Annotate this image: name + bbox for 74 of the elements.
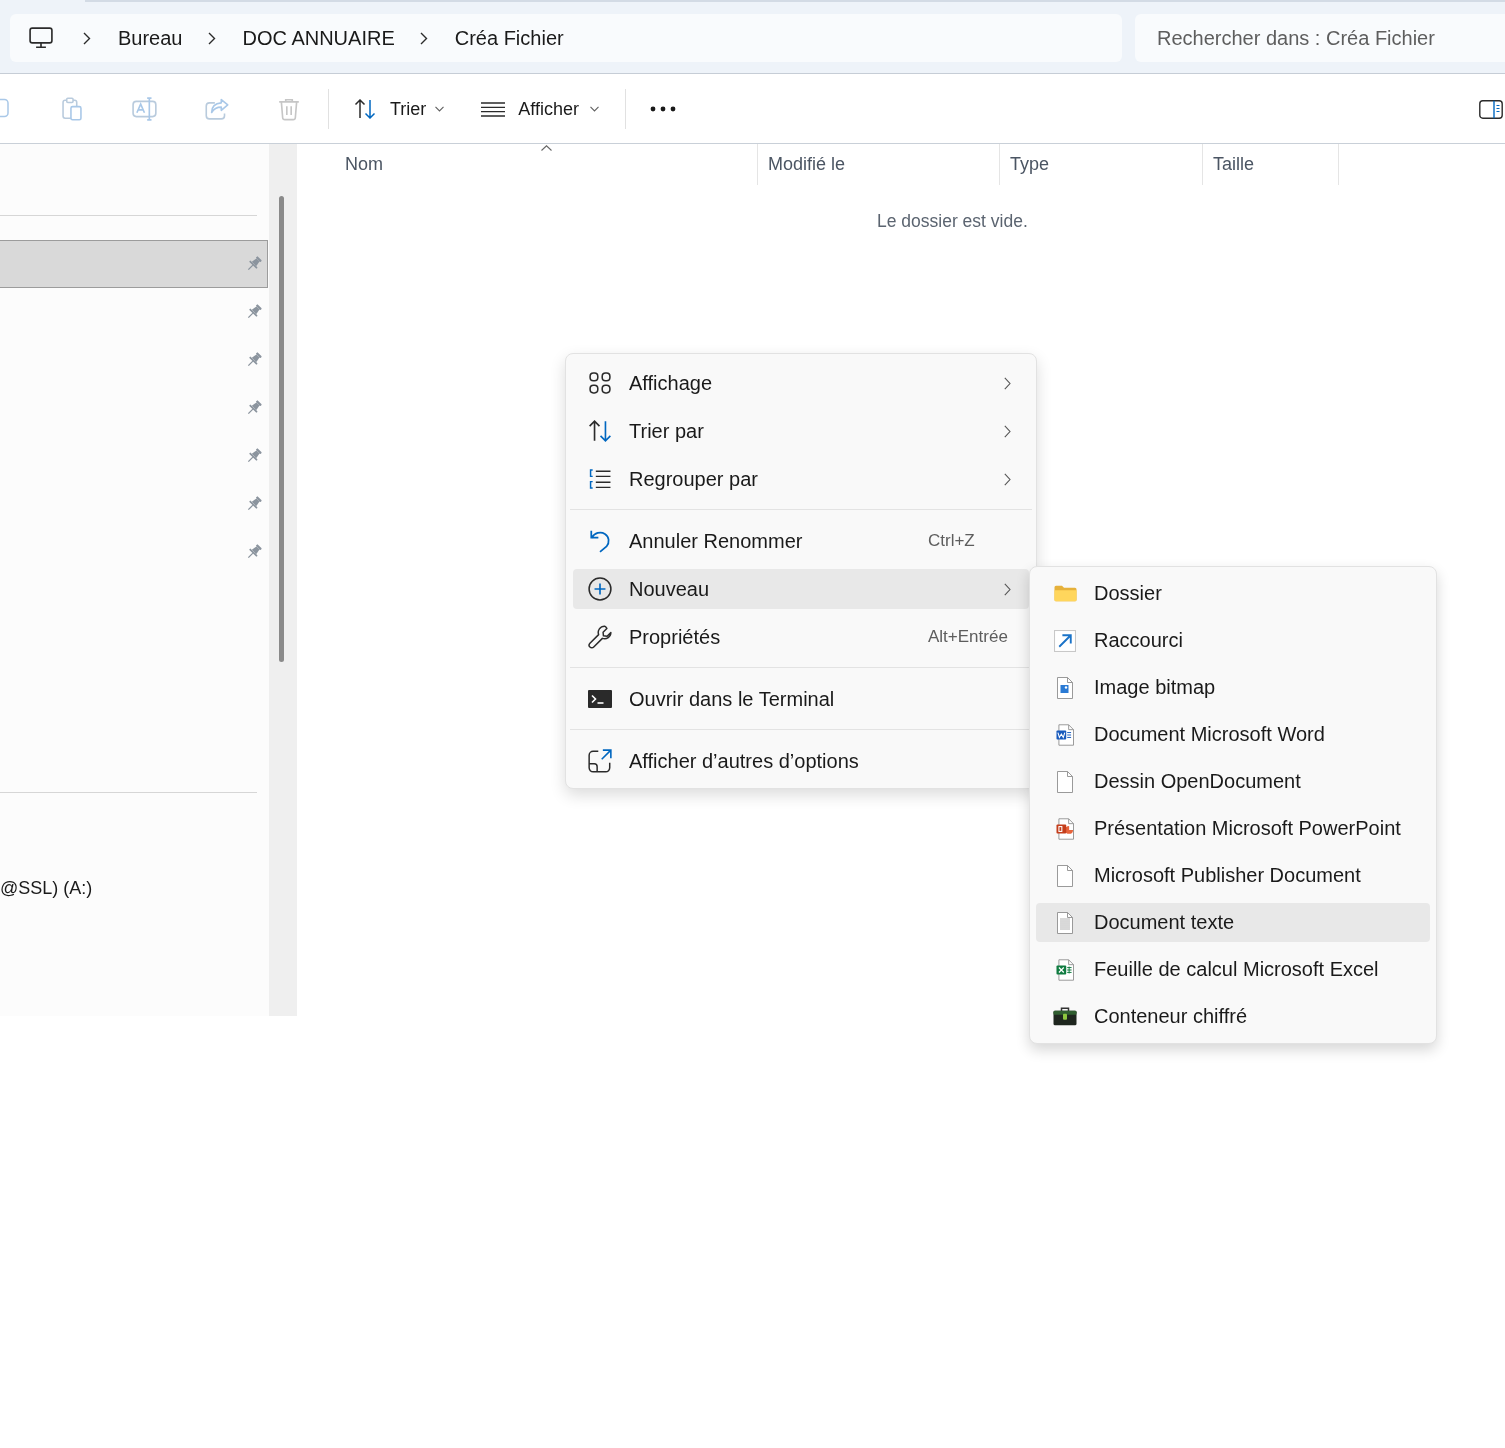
menu-item[interactable]: Regrouper par	[573, 459, 1029, 499]
breadcrumb-item[interactable]: Bureau	[118, 26, 183, 50]
wrench-icon	[588, 625, 612, 649]
menu-item[interactable]: Microsoft Publisher Document	[1036, 856, 1430, 895]
pin-icon	[246, 256, 262, 272]
briefcase-icon	[1053, 1007, 1077, 1026]
column-header[interactable]: Type	[1000, 144, 1203, 185]
address-bar[interactable]: Bureau DOC ANNUAIRE Créa Fichier	[10, 14, 1122, 62]
lines-icon	[481, 101, 506, 117]
menu-item[interactable]: Affichage	[573, 363, 1029, 403]
more-icon	[650, 106, 677, 112]
keyboard-shortcut: Alt+Entrée	[928, 627, 1008, 647]
presentation-file-icon	[1056, 817, 1074, 840]
pin-icon	[246, 448, 262, 464]
column-header[interactable]: Nom	[335, 144, 758, 185]
rename-icon	[132, 97, 158, 121]
chevron-right-icon	[207, 31, 216, 45]
pin-icon	[246, 400, 262, 416]
pin-icon	[246, 496, 262, 512]
external-link-icon	[588, 749, 612, 773]
pin-icon	[246, 304, 262, 320]
word-file-icon	[1056, 723, 1074, 746]
menu-item[interactable]: Présentation Microsoft PowerPoint	[1036, 809, 1430, 848]
nav-item[interactable]: @SSL) (A:)	[0, 876, 93, 900]
search-field[interactable]: Rechercher dans : Créa Fichier	[1135, 14, 1505, 62]
menu-item[interactable]: Afficher d’autres d’options	[573, 741, 1029, 781]
view-button[interactable]: Afficher	[473, 89, 608, 129]
computer-icon	[29, 27, 53, 49]
menu-item[interactable]: Image bitmap	[1036, 668, 1430, 707]
chevron-down-icon	[435, 106, 445, 112]
column-header[interactable]: Taille	[1203, 144, 1339, 185]
menu-item[interactable]: Nouveau	[573, 569, 1029, 609]
menu-item[interactable]: Ouvrir dans le Terminal	[573, 679, 1029, 719]
terminal-icon	[588, 690, 612, 708]
share-icon	[205, 98, 229, 120]
copy-icon	[0, 98, 11, 120]
keyboard-shortcut: Ctrl+Z	[928, 531, 975, 551]
menu-item[interactable]: Document texte	[1036, 903, 1430, 942]
empty-folder-message: Le dossier est vide.	[877, 210, 1028, 233]
blank-file-icon	[1057, 770, 1073, 793]
spreadsheet-file-icon	[1056, 958, 1074, 981]
sort-icon	[353, 99, 377, 119]
text-file-icon	[1057, 911, 1073, 934]
image-file-icon	[1057, 676, 1073, 699]
sort-icon	[588, 420, 612, 442]
menu-item[interactable]: Document Microsoft Word	[1036, 715, 1430, 754]
undo-icon	[589, 529, 611, 553]
group-list-icon	[589, 468, 611, 490]
column-header[interactable]: Modifié le	[758, 144, 1000, 185]
menu-item[interactable]: Trier par	[573, 411, 1029, 451]
details-pane-icon	[1479, 99, 1503, 119]
menu-item[interactable]: Annuler Renommer Ctrl+Z	[573, 521, 1029, 561]
menu-item[interactable]: Propriétés Alt+Entrée	[573, 617, 1029, 657]
menu-item[interactable]: Dessin OpenDocument	[1036, 762, 1430, 801]
grid-icon	[589, 372, 611, 394]
plus-circle-icon	[588, 577, 612, 601]
menu-item[interactable]: Conteneur chiffré	[1036, 997, 1430, 1036]
breadcrumb-item[interactable]: Créa Fichier	[454, 26, 564, 50]
chevron-right-icon	[83, 31, 91, 45]
menu-item[interactable]: Feuille de calcul Microsoft Excel	[1036, 950, 1430, 989]
pin-icon	[246, 352, 262, 368]
breadcrumb-item[interactable]: DOC ANNUAIRE	[242, 26, 395, 50]
sort-button[interactable]: Trier	[345, 89, 453, 129]
chevron-right-icon	[419, 31, 428, 45]
trash-icon	[278, 97, 300, 121]
folder-icon	[1053, 585, 1077, 602]
blank-file-icon	[1057, 864, 1073, 887]
menu-item[interactable]: Dossier	[1036, 574, 1430, 613]
scrollbar-thumb[interactable]	[279, 196, 284, 662]
pin-icon	[246, 544, 262, 560]
menu-item[interactable]: Raccourci	[1036, 621, 1430, 660]
nav-item[interactable]	[0, 240, 268, 288]
clipboard-icon	[62, 97, 82, 121]
chevron-down-icon	[590, 106, 600, 112]
